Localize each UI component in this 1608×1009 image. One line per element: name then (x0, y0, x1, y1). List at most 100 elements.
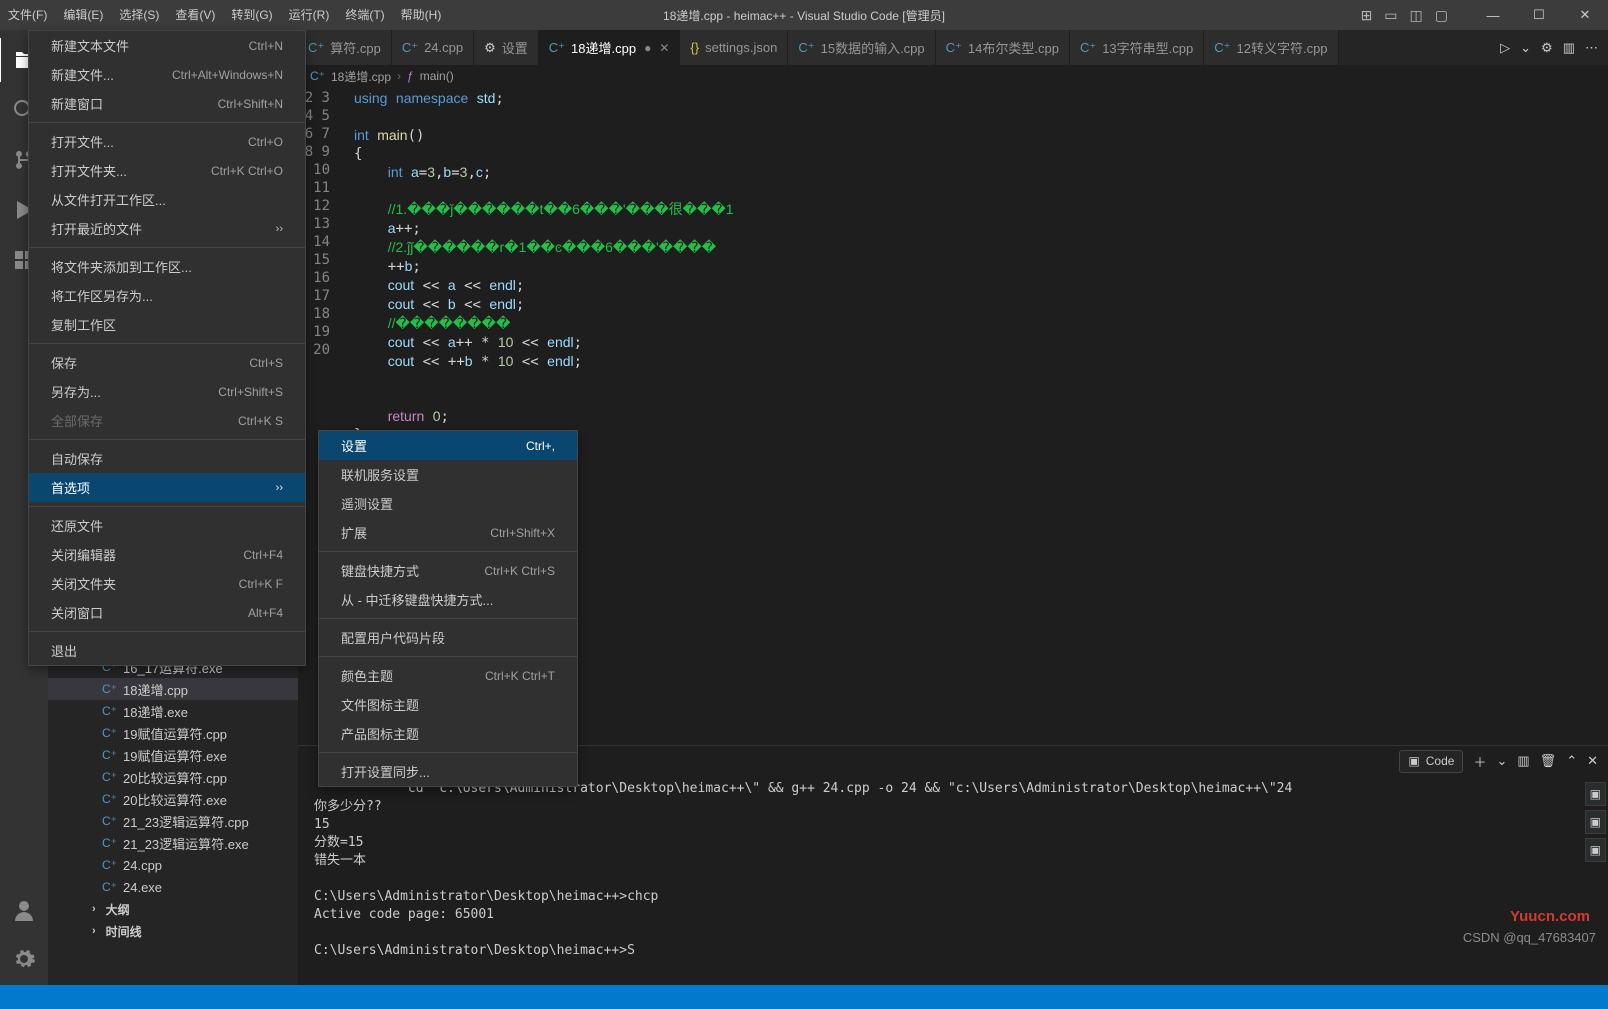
manage-gear-icon[interactable] (0, 937, 48, 981)
menu-item[interactable]: 选择(S) (111, 0, 167, 30)
window-close-button[interactable]: ✕ (1562, 0, 1608, 30)
editor-tab[interactable]: C⁺算符.cpp (298, 30, 392, 65)
close-tab-icon[interactable]: ✕ (659, 41, 669, 55)
menu-item[interactable]: 另存为...Ctrl+Shift+S (29, 377, 305, 406)
breadcrumb-file[interactable]: 18递增.cpp (331, 68, 391, 85)
menu-item[interactable]: 退出 (29, 636, 305, 665)
menu-item[interactable]: 编辑(E) (55, 0, 111, 30)
explorer-file-item[interactable]: C⁺18递增.exe (48, 700, 298, 722)
explorer-file-item[interactable]: C⁺ 20比较运算符.exe (48, 788, 298, 810)
split-editor-icon[interactable]: ▥ (1563, 40, 1575, 56)
terminal-add-icon[interactable]: ＋ (1473, 752, 1486, 771)
menu-item[interactable]: 帮助(H) (393, 0, 450, 30)
menu-item[interactable]: 颜色主题Ctrl+K Ctrl+T (319, 661, 577, 690)
terminal-output[interactable]: cd "c:\Users\Administrator\Desktop\heima… (298, 776, 1608, 985)
editor-tab[interactable]: C⁺14布尔类型.cpp (936, 30, 1070, 65)
menu-item[interactable]: 打开设置同步... (319, 757, 577, 786)
menu-item[interactable]: 首选项› (29, 473, 305, 502)
menu-item[interactable]: 打开文件...Ctrl+O (29, 127, 305, 156)
menu-item[interactable]: 保存Ctrl+S (29, 348, 305, 377)
explorer-file-item[interactable]: C⁺21_23逻辑运算符.cpp (48, 810, 298, 832)
menu-item[interactable]: 全部保存Ctrl+K S (29, 406, 305, 435)
menu-item[interactable]: 查看(V) (167, 0, 223, 30)
customize-layout-icon[interactable]: ▢ (1435, 7, 1448, 24)
menu-item[interactable]: 终端(T) (337, 0, 392, 30)
menu-item[interactable]: 产品图标主题 (319, 719, 577, 748)
menu-item[interactable]: 文件(F) (0, 0, 55, 30)
terminal-instance-icon[interactable]: ▣ (1585, 810, 1606, 834)
explorer-file-item[interactable]: C⁺19赋值运算符.cpp (48, 722, 298, 744)
file-label: 24.exe (123, 880, 162, 895)
editor-tab[interactable]: C⁺18递增.cpp●✕ (539, 30, 681, 65)
menu-item[interactable]: 关闭窗口Alt+F4 (29, 598, 305, 627)
window-minimize-button[interactable]: — (1470, 0, 1516, 30)
split-terminal-icon[interactable]: ▥ (1517, 753, 1529, 769)
file-label: 20比较运算符.exe (123, 790, 227, 809)
json-icon: {} (690, 40, 699, 55)
terminal-instance-icon[interactable]: ▣ (1585, 782, 1606, 806)
menu-item[interactable]: 设置Ctrl+, (319, 431, 577, 460)
window-maximize-button[interactable]: ☐ (1516, 0, 1562, 30)
maximize-panel-icon[interactable]: ⌃ (1566, 753, 1577, 769)
sidebar-section-outline[interactable]: ›大纲 (48, 898, 298, 920)
editor-tab[interactable]: C⁺15数据的输入.cpp (788, 30, 935, 65)
menu-item[interactable]: 转到(G) (223, 0, 280, 30)
menu-item[interactable]: 联机服务设置 (319, 460, 577, 489)
toggle-panel-icon[interactable]: ⊞ (1361, 7, 1373, 24)
kill-terminal-icon[interactable]: 🗑 (1540, 753, 1557, 769)
explorer-file-item[interactable]: C⁺19赋值运算符.exe (48, 744, 298, 766)
section-label: 时间线 (106, 923, 142, 940)
close-panel-icon[interactable]: ✕ (1587, 753, 1598, 769)
editor-tab[interactable]: ⚙设置 (474, 30, 539, 65)
editor-tab[interactable]: C⁺12转义字符.cpp (1204, 30, 1338, 65)
gear-icon: ⚙ (484, 40, 496, 56)
menu-item[interactable]: 遥测设置 (319, 489, 577, 518)
menu-item[interactable]: 运行(R) (281, 0, 338, 30)
editor-tab[interactable]: C⁺24.cpp (392, 30, 474, 65)
menu-item[interactable]: 关闭文件夹Ctrl+K F (29, 569, 305, 598)
chevron-down-icon[interactable]: ⌄ (1520, 40, 1531, 56)
gear-icon[interactable]: ⚙ (1541, 40, 1553, 56)
run-icon[interactable]: ▷ (1500, 40, 1510, 56)
explorer-file-item[interactable]: C⁺24.exe (48, 876, 298, 898)
menu-item[interactable]: 新建文件...Ctrl+Alt+Windows+N (29, 60, 305, 89)
menu-item[interactable]: 文件图标主题 (319, 690, 577, 719)
explorer-file-item[interactable]: C⁺18递增.cpp (48, 678, 298, 700)
chevron-down-icon[interactable]: ⌄ (1496, 753, 1507, 769)
breadcrumb[interactable]: C⁺ 18递增.cpp › ƒ main() (298, 65, 1608, 87)
menu-item[interactable]: 自动保存 (29, 444, 305, 473)
menu-item[interactable]: 从文件打开工作区... (29, 185, 305, 214)
file-icon: C⁺ (102, 792, 117, 806)
menu-item[interactable]: 从 - 中迁移键盘快捷方式... (319, 585, 577, 614)
menu-item[interactable]: 扩展Ctrl+Shift+X (319, 518, 577, 547)
menu-item[interactable]: 配置用户代码片段 (319, 623, 577, 652)
explorer-file-item[interactable]: C⁺24.cpp (48, 854, 298, 876)
menu-item[interactable]: 将工作区另存为... (29, 281, 305, 310)
tab-label: 12转义字符.cpp (1237, 38, 1328, 57)
file-label: 18递增.exe (123, 702, 188, 721)
terminal-instance-icon[interactable]: ▣ (1585, 838, 1606, 862)
editor-tab[interactable]: C⁺13字符串型.cpp (1070, 30, 1204, 65)
menu-item[interactable]: 打开文件夹...Ctrl+K Ctrl+O (29, 156, 305, 185)
menu-item[interactable]: 还原文件 (29, 511, 305, 540)
menu-item[interactable]: 将文件夹添加到工作区... (29, 252, 305, 281)
menu-item[interactable]: 键盘快捷方式Ctrl+K Ctrl+S (319, 556, 577, 585)
menu-item[interactable]: 复制工作区 (29, 310, 305, 339)
breadcrumb-symbol[interactable]: main() (420, 69, 454, 83)
accounts-icon[interactable] (0, 889, 48, 933)
tab-label: 13字符串型.cpp (1102, 38, 1193, 57)
editor-tab[interactable]: {}settings.json (680, 30, 788, 65)
layout-icon[interactable]: ▭ (1384, 7, 1397, 24)
more-icon[interactable]: ⋯ (1585, 40, 1598, 56)
explorer-file-item[interactable]: C⁺20比较运算符.cpp (48, 766, 298, 788)
status-bar[interactable] (0, 985, 1608, 1009)
menu-item[interactable]: 新建窗口Ctrl+Shift+N (29, 89, 305, 118)
menu-item[interactable]: 新建文本文件Ctrl+N (29, 31, 305, 60)
breadcrumb-symbol-icon: ƒ (407, 69, 414, 83)
terminal-selector[interactable]: ▣ Code (1399, 750, 1463, 773)
explorer-file-item[interactable]: C⁺21_23逻辑运算符.exe (48, 832, 298, 854)
sidebar-section-timeline[interactable]: ›时间线 (48, 920, 298, 942)
menu-item[interactable]: 打开最近的文件› (29, 214, 305, 243)
menu-item[interactable]: 关闭编辑器Ctrl+F4 (29, 540, 305, 569)
panel-icon[interactable]: ◫ (1410, 7, 1423, 24)
